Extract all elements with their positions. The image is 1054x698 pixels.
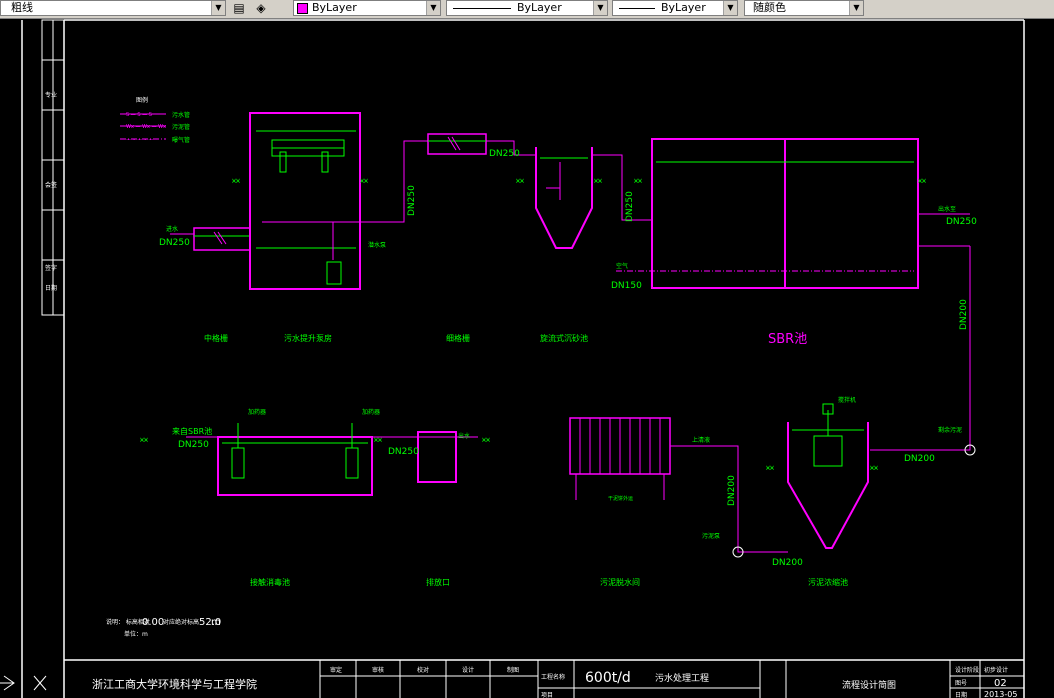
- svg-text:⩙⩙: ⩙⩙: [594, 177, 602, 185]
- supernatant-label: 上清液: [692, 436, 710, 444]
- legend-pattern-3: — • — • —: [126, 137, 153, 143]
- svg-text:⩙⩙: ⩙⩙: [482, 436, 490, 444]
- svg-text:⩙⩙: ⩙⩙: [766, 464, 774, 472]
- inlet-dn-label: DN250: [159, 238, 190, 248]
- svg-text:⩙⩙: ⩙⩙: [140, 436, 148, 444]
- notes-unit: m: [211, 617, 221, 628]
- sbr-outlet-dn-label: DN250: [946, 217, 977, 227]
- side-stamp-text-4: 日期: [45, 284, 57, 292]
- svg-text:⩙⩙: ⩙⩙: [634, 177, 642, 185]
- project-capacity: 600t/d: [585, 670, 631, 686]
- legend-items: S — S — S 污水管 Wx — Wx — Wx 污泥管 — • — • —…: [120, 111, 190, 144]
- notes-mid: 对应绝对标高: [163, 618, 199, 626]
- inlet-label: 进水: [166, 225, 178, 233]
- dosing-label-1: 加药器: [248, 408, 266, 416]
- side-stamp-text-3: 签字: [45, 264, 57, 272]
- side-stamp-text-2: 会签: [45, 181, 57, 189]
- label-grit-chamber: 旋流式沉砂池: [540, 333, 588, 343]
- contact-dn-label: DN250: [178, 440, 209, 450]
- date-value: 2013-05: [984, 690, 1017, 698]
- dosing-label-2: 加药器: [362, 408, 380, 416]
- feed-dn-label: DN200: [727, 475, 737, 506]
- pump-house[interactable]: [249, 112, 362, 290]
- label-coarse-grille: 中格栅: [204, 333, 228, 343]
- school-name: 浙江工商大学环境科学与工程学院: [92, 677, 257, 691]
- thickener-out-dn-label: DN200: [772, 558, 803, 568]
- sbr-outlet-label: 出水至: [938, 205, 956, 213]
- outfall-dn-label: DN250: [388, 447, 419, 457]
- header-draw: 制图: [507, 666, 519, 674]
- dewatering-room[interactable]: [569, 417, 671, 500]
- design-stage-value: 初步设计: [984, 666, 1008, 674]
- legend-label-3: 曝气管: [172, 136, 190, 144]
- label-dewatering: 污泥脱水间: [600, 577, 640, 587]
- sludge-thickener[interactable]: [787, 403, 869, 549]
- drawing-no-value: 02: [994, 678, 1007, 689]
- drawing-canvas[interactable]: 专业 会签 签字 日期 图例 S — S — S 污水管 Wx — Wx — W…: [0, 0, 1054, 698]
- contact-tank[interactable]: [186, 423, 400, 496]
- pipe-to-sbr: [592, 154, 652, 221]
- sludge-dn-label: DN200: [959, 299, 969, 330]
- fine-grille-dn-label: DN250: [489, 149, 520, 159]
- label-fine-grille: 细格栅: [446, 333, 470, 343]
- header-check: 校对: [417, 666, 429, 674]
- air-label: 空气: [616, 262, 628, 270]
- ucs-icon: [0, 675, 47, 691]
- coarse-grille[interactable]: [193, 227, 251, 251]
- side-stamp-text-1: 专业: [45, 91, 57, 99]
- mixer-label: 搅拌机: [838, 396, 856, 404]
- drawing-frame: [21, 19, 1025, 698]
- svg-text:⩙⩙: ⩙⩙: [360, 177, 368, 185]
- legend-title: 图例: [136, 96, 148, 104]
- air-dn-label: DN150: [611, 281, 642, 291]
- pipe-to-fine-grille: [362, 140, 428, 223]
- fine-grille[interactable]: [427, 133, 487, 155]
- design-stage-label: 设计阶段: [955, 666, 979, 674]
- header-design: 设计: [462, 666, 474, 674]
- sludge-return-pipe: [870, 246, 971, 451]
- notes-line2: 单位：m: [124, 630, 148, 638]
- header-approve: 审定: [330, 666, 342, 674]
- sludge-pump-label: 污泥泵: [702, 532, 720, 540]
- legend-pattern-2: Wx — Wx — Wx: [126, 124, 166, 130]
- thickener-in-dn-label: DN200: [904, 454, 935, 464]
- from-sbr-label: 来自SBR池: [172, 426, 212, 436]
- svg-text:⩙⩙: ⩙⩙: [232, 177, 240, 185]
- remaining-sludge-label: 剩余污泥: [938, 426, 962, 434]
- riser-dn-label: DN250: [407, 185, 417, 216]
- svg-text:⩙⩙: ⩙⩙: [516, 177, 524, 185]
- grit-dn-label: DN250: [625, 191, 635, 222]
- date-label: 日期: [955, 691, 967, 698]
- legend-label-2: 污泥管: [172, 123, 190, 131]
- label-contact-tank: 接触消毒池: [250, 577, 290, 587]
- label-pump-house: 污水提升泵房: [284, 333, 332, 343]
- label-sludge-thickener: 污泥浓缩池: [808, 577, 848, 587]
- notes-datum: 0.00: [142, 617, 164, 628]
- outlet-label: 出水: [458, 432, 470, 440]
- label-outfall: 排放口: [426, 577, 450, 587]
- project-label: 工程名称: [541, 673, 565, 681]
- sbr-tank[interactable]: [616, 138, 970, 289]
- drawing-no-label: 图号: [955, 680, 967, 687]
- drawing-title: 流程设计简图: [842, 679, 896, 691]
- header-review: 审核: [372, 666, 384, 674]
- grit-chamber[interactable]: [535, 147, 593, 249]
- pump-label: 潜水泵: [368, 241, 386, 249]
- label-sbr: SBR池: [768, 332, 807, 347]
- legend-label-1: 污水管: [172, 111, 190, 119]
- svg-text:⩙⩙: ⩙⩙: [918, 177, 926, 185]
- ground-marks: ⩙⩙ ⩙⩙ ⩙⩙ ⩙⩙ ⩙⩙ ⩙⩙ ⩙⩙ ⩙⩙ ⩙⩙⩙⩙ ⩙⩙: [140, 177, 926, 472]
- subitem-label: 项目: [541, 692, 553, 698]
- svg-text:⩙⩙: ⩙⩙: [870, 464, 878, 472]
- legend-pattern-1: S — S — S: [126, 112, 152, 118]
- project-name: 污水处理工程: [655, 672, 709, 684]
- mud-cake-label: 干泥饼外运: [608, 495, 633, 502]
